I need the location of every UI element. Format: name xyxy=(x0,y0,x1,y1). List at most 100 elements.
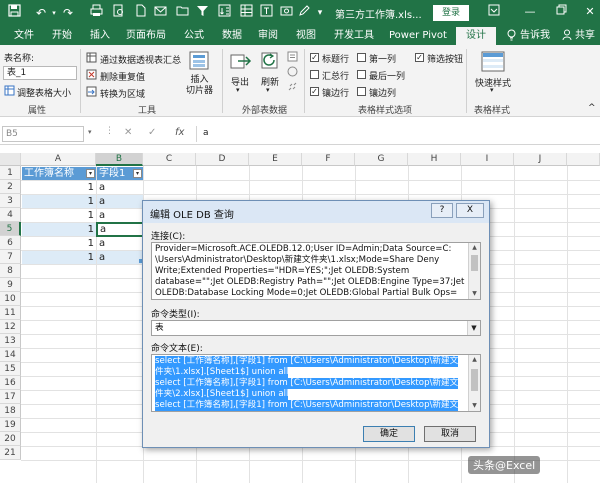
share-button[interactable]: 共享 xyxy=(575,29,595,45)
row-header[interactable]: 20 xyxy=(0,432,21,446)
row-header[interactable]: 12 xyxy=(0,320,21,334)
connection-textarea[interactable]: Provider=Microsoft.ACE.OLEDB.12.0;User I… xyxy=(151,242,481,300)
row-header[interactable]: 17 xyxy=(0,390,21,404)
redo-icon[interactable]: ↷ xyxy=(60,4,76,22)
scroll-down-icon[interactable]: ▼ xyxy=(469,289,480,299)
sort-icon[interactable] xyxy=(216,4,232,22)
table-cell[interactable]: a xyxy=(97,209,143,222)
column-header[interactable]: I xyxy=(461,153,514,166)
export-button[interactable]: 导出 xyxy=(231,75,249,88)
table-cell[interactable]: 1 xyxy=(22,237,96,250)
row-header[interactable]: 18 xyxy=(0,404,21,418)
new-icon[interactable] xyxy=(132,4,148,22)
properties-small-icon[interactable] xyxy=(287,51,298,65)
row-header[interactable]: 8 xyxy=(0,264,21,278)
quick-styles-dropdown-icon[interactable]: ▾ xyxy=(490,86,494,94)
total-row-checkbox[interactable] xyxy=(310,70,319,79)
row-header[interactable]: 1 xyxy=(0,166,21,180)
tab-file[interactable]: 文件 xyxy=(14,29,34,45)
print-preview-icon[interactable] xyxy=(110,4,126,22)
edit-icon[interactable] xyxy=(296,4,312,22)
table-cell[interactable]: 1 xyxy=(22,181,96,194)
cancel-button[interactable]: 取消 xyxy=(424,426,476,442)
column-header[interactable]: A xyxy=(21,153,96,166)
command-scrollbar[interactable]: ▲ ▼ xyxy=(468,355,480,411)
export-icon[interactable] xyxy=(230,51,252,74)
row-header[interactable]: 7 xyxy=(0,250,21,264)
column-header[interactable]: G xyxy=(355,153,408,166)
row-header[interactable]: 10 xyxy=(0,292,21,306)
table-name-input[interactable]: 表_1 xyxy=(3,66,77,80)
text-icon[interactable] xyxy=(258,4,274,22)
formula-input[interactable]: a xyxy=(196,126,600,142)
restore-icon[interactable] xyxy=(553,4,569,20)
quick-styles-icon[interactable] xyxy=(480,51,506,76)
row-header[interactable]: 15 xyxy=(0,362,21,376)
ok-button[interactable]: 确定 xyxy=(363,426,415,442)
command-text-textarea[interactable]: select [工作簿名称],[字段1] from [C:\Users\Admi… xyxy=(151,354,481,412)
filter-button-checkbox[interactable]: ✓ xyxy=(415,53,424,62)
undo-icon[interactable]: ↶ xyxy=(32,4,50,22)
table-cell[interactable]: 1 xyxy=(22,209,96,222)
filter-icon[interactable] xyxy=(194,4,210,22)
enter-formula-icon[interactable]: ✓ xyxy=(148,127,156,138)
open-icon[interactable] xyxy=(174,4,190,22)
chevron-down-icon[interactable]: ▼ xyxy=(467,321,480,335)
summarize-pivot-button[interactable]: 通过数据透视表汇总 xyxy=(100,53,181,66)
tab-design[interactable]: 设计 xyxy=(456,27,496,45)
refresh-dropdown-icon[interactable]: ▾ xyxy=(266,86,270,94)
save-icon[interactable] xyxy=(6,4,22,22)
tab-page-layout[interactable]: 页面布局 xyxy=(126,29,166,45)
select-all-corner[interactable] xyxy=(0,153,21,166)
table-cell[interactable]: a xyxy=(97,237,143,250)
scroll-up-icon[interactable]: ▲ xyxy=(469,355,480,365)
row-header[interactable]: 4 xyxy=(0,208,21,222)
column-header[interactable]: D xyxy=(196,153,249,166)
table-cell[interactable]: 1 xyxy=(22,251,96,264)
column-header[interactable]: C xyxy=(143,153,196,166)
row-header[interactable]: 16 xyxy=(0,376,21,390)
name-box[interactable]: B5 xyxy=(2,126,84,142)
remove-duplicates-button[interactable]: 删除重复值 xyxy=(100,70,145,83)
print-icon[interactable] xyxy=(88,4,104,22)
tab-developer[interactable]: 开发工具 xyxy=(334,29,374,45)
login-button[interactable]: 登录 xyxy=(433,5,469,21)
tab-insert[interactable]: 插入 xyxy=(90,29,110,45)
share-icon[interactable] xyxy=(562,29,572,45)
connection-scrollbar[interactable]: ▲ ▼ xyxy=(468,243,480,299)
open-in-browser-icon[interactable] xyxy=(287,66,298,80)
tab-home[interactable]: 开始 xyxy=(52,29,72,45)
table-cell[interactable]: 1 xyxy=(22,195,96,208)
column-header[interactable]: E xyxy=(249,153,302,166)
scroll-thumb[interactable] xyxy=(471,369,478,391)
scroll-down-icon[interactable]: ▼ xyxy=(469,401,480,411)
export-dropdown-icon[interactable]: ▾ xyxy=(236,86,240,94)
table-cell[interactable]: 1 xyxy=(22,223,96,236)
scroll-up-icon[interactable]: ▲ xyxy=(469,243,480,253)
slicer-icon[interactable] xyxy=(188,51,210,74)
formula-more-icon[interactable]: ⋮ xyxy=(105,126,114,136)
row-header[interactable]: 21 xyxy=(0,446,21,460)
resize-table-button[interactable]: 调整表格大小 xyxy=(17,86,71,99)
column-header[interactable]: B xyxy=(96,153,143,166)
row-header[interactable]: 11 xyxy=(0,306,21,320)
table-header-cell[interactable]: 工作簿名称 xyxy=(22,167,96,180)
column-header[interactable]: F xyxy=(302,153,355,166)
dialog-help-button[interactable]: ? xyxy=(431,203,453,218)
tab-data[interactable]: 数据 xyxy=(222,29,242,45)
banded-rows-checkbox[interactable]: ✓ xyxy=(310,87,319,96)
tell-me-search[interactable]: 告诉我 xyxy=(520,29,550,45)
row-header[interactable]: 19 xyxy=(0,418,21,432)
table-cell[interactable]: a xyxy=(97,251,143,264)
refresh-icon[interactable] xyxy=(260,51,282,74)
insert-function-icon[interactable]: fx xyxy=(175,127,184,138)
row-header[interactable]: 14 xyxy=(0,348,21,362)
email-icon[interactable] xyxy=(152,4,168,22)
filter-dropdown-icon[interactable]: ▾ xyxy=(133,169,142,178)
refresh-button[interactable]: 刷新 xyxy=(261,75,279,88)
last-column-checkbox[interactable] xyxy=(357,70,366,79)
tab-view[interactable]: 视图 xyxy=(296,29,316,45)
column-header-partial[interactable] xyxy=(567,153,600,166)
undo-dropdown-icon[interactable]: ▾ xyxy=(50,4,58,22)
header-row-checkbox[interactable]: ✓ xyxy=(310,53,319,62)
